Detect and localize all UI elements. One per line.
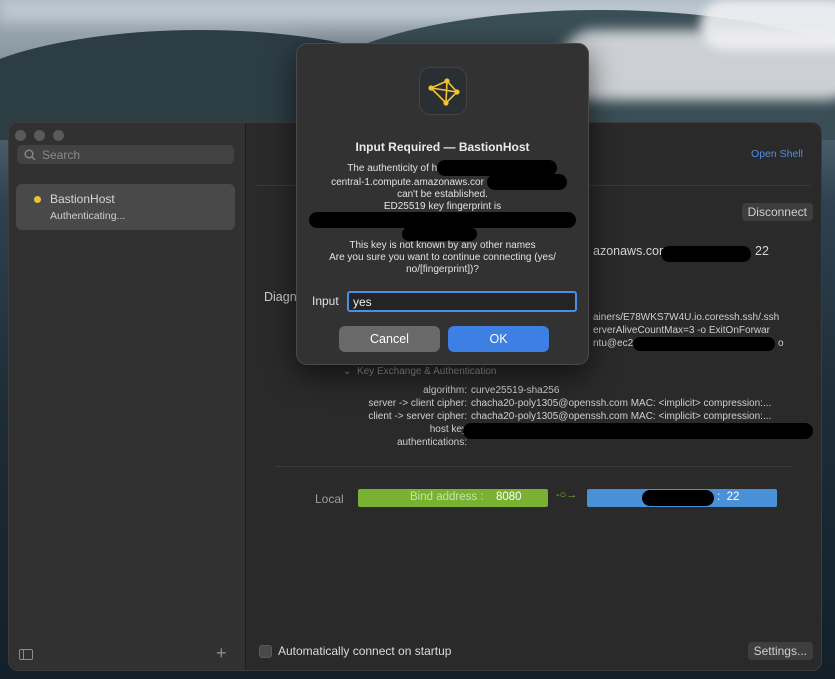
app-icon bbox=[419, 67, 467, 115]
dialog-message-line: Are you sure you want to continue connec… bbox=[329, 252, 556, 263]
close-window-button[interactable] bbox=[15, 130, 26, 141]
bind-label: Bind address : bbox=[410, 491, 484, 503]
kex-label: server -> client cipher: bbox=[368, 398, 467, 409]
destination-port: : 22 bbox=[717, 491, 740, 503]
destination-field[interactable]: : 22 bbox=[587, 489, 777, 507]
chevron-down-icon: ⌄ bbox=[343, 366, 352, 377]
sidebar-item-bastionhost[interactable]: BastionHost Authenticating... bbox=[16, 184, 235, 230]
host-address: azonaws.com bbox=[593, 244, 670, 258]
zoom-window-button[interactable] bbox=[53, 130, 64, 141]
toggle-sidebar-icon[interactable] bbox=[19, 649, 33, 660]
input-required-dialog: Input Required — BastionHost The authent… bbox=[296, 43, 589, 365]
input-label: Input bbox=[312, 294, 339, 308]
host-status: Authenticating... bbox=[50, 210, 126, 222]
host-port: 22 bbox=[755, 244, 769, 258]
diagnostics-label: Diagn bbox=[264, 290, 297, 304]
forward-type-label: Local bbox=[315, 492, 344, 506]
add-host-button[interactable]: + bbox=[216, 643, 227, 664]
window-controls bbox=[15, 130, 64, 141]
autoconnect-checkbox[interactable] bbox=[259, 644, 272, 658]
dialog-message-line: no/[fingerprint])? bbox=[406, 264, 479, 275]
forward-arrow-icon: -○→ bbox=[556, 489, 578, 501]
divider bbox=[275, 466, 793, 467]
bind-address-field[interactable]: Bind address : 8080 bbox=[358, 489, 548, 507]
dialog-title: Input Required — BastionHost bbox=[355, 140, 530, 154]
response-input[interactable]: yes bbox=[347, 291, 577, 312]
search-input[interactable]: Search bbox=[17, 145, 234, 164]
autoconnect-label: Automatically connect on startup bbox=[278, 644, 452, 658]
command-line-2: erverAliveCountMax=3 -o ExitOnForwar bbox=[593, 325, 771, 336]
redaction bbox=[463, 423, 813, 439]
redaction bbox=[309, 212, 576, 228]
open-shell-link[interactable]: Open Shell bbox=[751, 148, 803, 160]
command-line-3-tail: o bbox=[778, 338, 784, 349]
settings-button[interactable]: Settings... bbox=[747, 642, 813, 660]
minimize-window-button[interactable] bbox=[34, 130, 45, 141]
ok-button[interactable]: OK bbox=[448, 326, 549, 352]
sidebar: Search BastionHost Authenticating... + bbox=[9, 123, 246, 670]
kex-heading: Key Exchange & Authentication bbox=[356, 366, 497, 377]
dialog-message-line: This key is not known by any other names bbox=[349, 240, 536, 251]
autoconnect-toggle[interactable]: Automatically connect on startup bbox=[259, 644, 451, 658]
kex-label: host key bbox=[429, 424, 467, 435]
disconnect-button[interactable]: Disconnect bbox=[741, 203, 813, 221]
kex-value: curve25519-sha256 bbox=[471, 385, 560, 396]
dialog-message-line: ED25519 key fingerprint is bbox=[383, 201, 502, 212]
dialog-message-line: can't be established. bbox=[397, 189, 488, 200]
search-placeholder: Search bbox=[42, 147, 81, 162]
cancel-button[interactable]: Cancel bbox=[339, 326, 440, 352]
kex-value: chacha20-poly1305@openssh.com MAC: <impl… bbox=[471, 398, 772, 409]
redaction bbox=[487, 174, 567, 190]
kex-label: client -> server cipher: bbox=[368, 411, 467, 422]
search-icon bbox=[24, 149, 36, 160]
host-name: BastionHost bbox=[50, 192, 115, 206]
redaction bbox=[633, 337, 775, 351]
redaction bbox=[402, 227, 477, 241]
kex-label: authentications: bbox=[396, 437, 467, 448]
command-line-3: ntu@ec2 bbox=[593, 338, 634, 349]
kex-label: algorithm: bbox=[423, 385, 467, 396]
kex-value: chacha20-poly1305@openssh.com MAC: <impl… bbox=[471, 411, 772, 422]
status-dot bbox=[34, 196, 41, 203]
kex-section-header[interactable]: ⌄ Key Exchange & Authentication bbox=[343, 366, 497, 377]
command-line-1: ainers/E78WKS7W4U.io.coressh.ssh/.ssh bbox=[593, 312, 780, 323]
bind-port: 8080 bbox=[496, 491, 522, 503]
redaction bbox=[642, 490, 714, 506]
redaction bbox=[661, 246, 751, 262]
